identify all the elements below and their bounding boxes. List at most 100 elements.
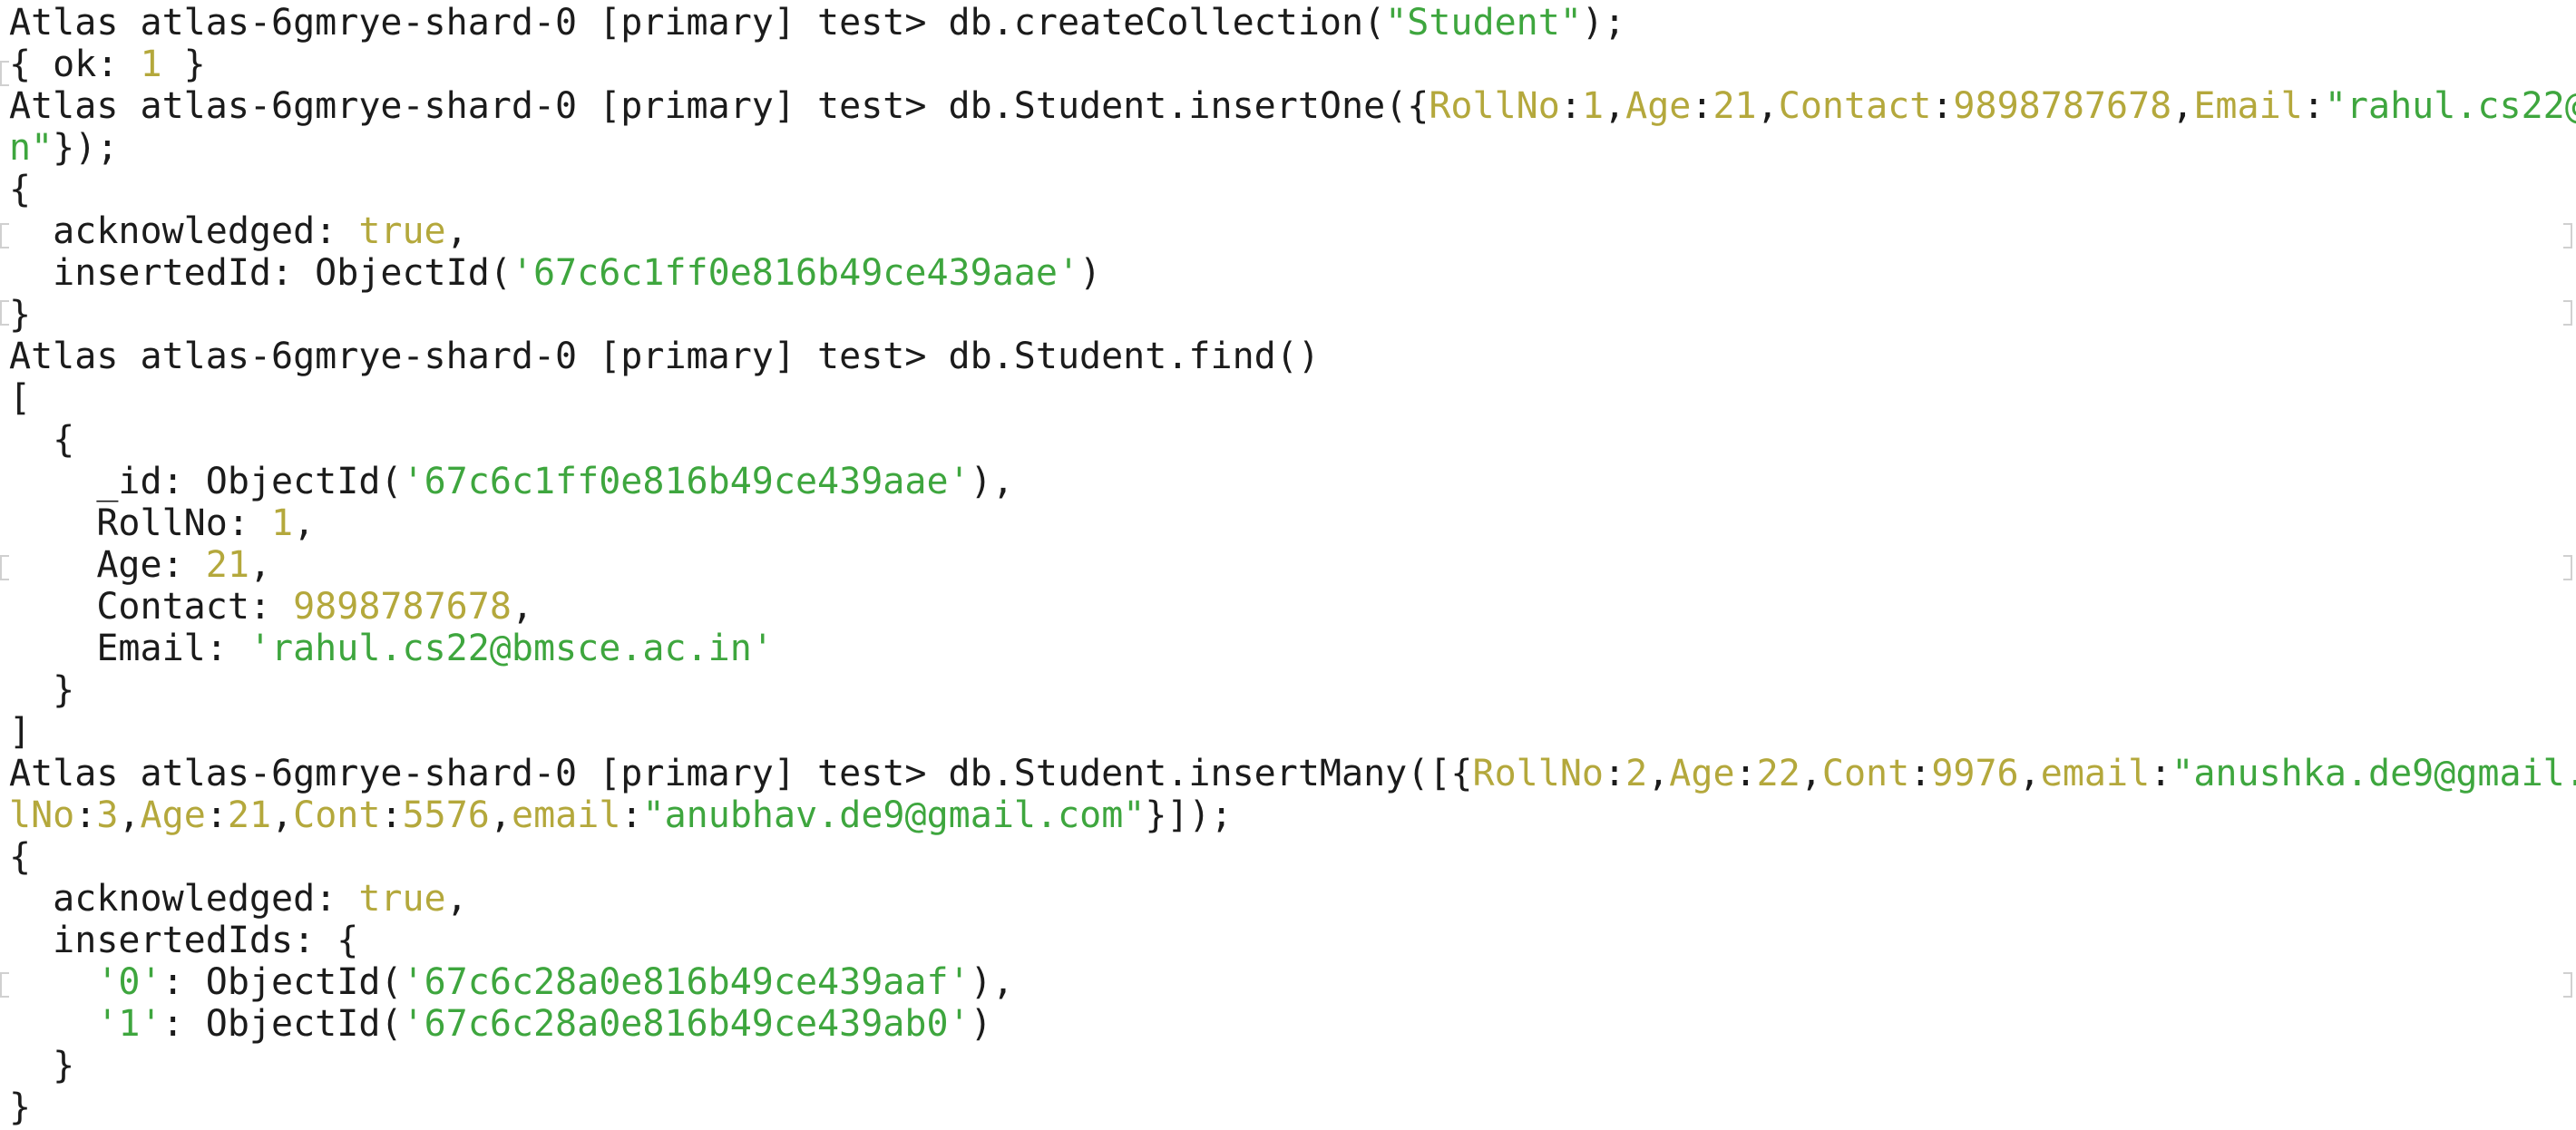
text-token: , <box>511 586 533 628</box>
text-token: { <box>9 169 32 210</box>
terminal-line: ] <box>9 711 2576 753</box>
number-token: 9898787678 <box>293 586 512 628</box>
text-token: , <box>271 794 294 836</box>
text-token: insertedId: ObjectId( <box>9 252 512 294</box>
text-token: Age: <box>9 544 206 586</box>
text-token: insertedIds: { <box>9 920 359 961</box>
selection-bracket-left <box>0 300 9 326</box>
string-token: "Student" <box>1385 2 1582 44</box>
string-token: 'rahul.cs22@bmsce.ac.in' <box>249 628 774 669</box>
text-token: , <box>293 502 316 544</box>
terminal-line: { <box>9 169 2576 210</box>
number-token: 9898787678 <box>1953 85 2172 127</box>
text-token: : ObjectId( <box>161 961 403 1003</box>
text-token: { ok: <box>9 44 141 85</box>
key-token: Age <box>1669 753 1735 794</box>
text-token: Atlas atlas-6gmrye-shard-0 [primary] tes… <box>9 336 1320 377</box>
text-token: , <box>489 794 512 836</box>
string-token: '67c6c28a0e816b49ce439ab0' <box>402 1003 971 1045</box>
text-token: : <box>620 794 643 836</box>
terminal-line: } <box>9 1045 2576 1086</box>
number-token: 9976 <box>1931 753 2019 794</box>
text-token: } <box>9 1045 75 1086</box>
text-token: acknowledged: <box>9 210 359 252</box>
string-token: n" <box>9 127 54 169</box>
terminal-line: Contact: 9898787678, <box>9 586 2576 628</box>
terminal-line: Atlas atlas-6gmrye-shard-0 [primary] tes… <box>9 336 2576 377</box>
text-token: }]); <box>1145 794 1233 836</box>
number-token: 1 <box>1581 85 1605 127</box>
text-token: : <box>2302 85 2325 127</box>
number-token: 21 <box>205 544 249 586</box>
terminal-line: Atlas atlas-6gmrye-shard-0 [primary] tes… <box>9 753 2576 794</box>
terminal-line: } <box>9 1086 2576 1128</box>
text-token: RollNo: <box>9 502 271 544</box>
key-token: Cont <box>293 794 381 836</box>
text-token: : <box>1931 85 1954 127</box>
string-token: '0' <box>96 961 162 1003</box>
text-token: ), <box>970 461 1014 502</box>
string-token: '67c6c28a0e816b49ce439aaf' <box>402 961 971 1003</box>
string-token: '67c6c1ff0e816b49ce439aae' <box>511 252 1080 294</box>
text-token: , <box>445 210 468 252</box>
number-token: 2 <box>1625 753 1648 794</box>
terminal-line: Email: 'rahul.cs22@bmsce.ac.in' <box>9 628 2576 669</box>
text-token: , <box>2171 85 2194 127</box>
key-token: Cont <box>1821 753 1910 794</box>
number-token: true <box>358 210 446 252</box>
text-token: Atlas atlas-6gmrye-shard-0 [primary] tes… <box>9 2 1386 44</box>
text-token: , <box>445 878 468 920</box>
terminal-line: } <box>9 294 2576 336</box>
key-token: Email <box>2193 85 2303 127</box>
terminal-line: lNo:3,Age:21,Cont:5576,email:"anubhav.de… <box>9 794 2576 836</box>
string-token: "rahul.cs22@bmsce.ac.i <box>2324 85 2576 127</box>
text-token: ) <box>1079 252 1102 294</box>
text-token: , <box>118 794 141 836</box>
text-token: } <box>9 669 75 711</box>
text-token: : <box>1734 753 1757 794</box>
text-token: : <box>205 794 228 836</box>
text-token: : <box>380 794 403 836</box>
string-token: '1' <box>96 1003 162 1045</box>
text-token: [ <box>9 377 32 419</box>
terminal-line: { ok: 1 } <box>9 44 2576 85</box>
number-token: true <box>358 878 446 920</box>
text-token: , <box>2018 753 2041 794</box>
text-token: }); <box>53 127 119 169</box>
selection-bracket-right <box>2563 223 2572 248</box>
terminal-line: insertedIds: { <box>9 920 2576 961</box>
key-token: email <box>2040 753 2151 794</box>
number-token: 22 <box>1756 753 1800 794</box>
selection-bracket-right <box>2563 300 2572 326</box>
text-token: _id: ObjectId( <box>9 461 403 502</box>
terminal-output[interactable]: Atlas atlas-6gmrye-shard-0 [primary] tes… <box>0 0 2576 1130</box>
text-token: : <box>74 794 97 836</box>
text-token: { <box>9 836 32 878</box>
terminal-line: { <box>9 419 2576 461</box>
terminal-line: n"}); <box>9 127 2576 169</box>
terminal-line: '1': ObjectId('67c6c28a0e816b49ce439ab0'… <box>9 1003 2576 1045</box>
terminal-line: insertedId: ObjectId('67c6c1ff0e816b49ce… <box>9 252 2576 294</box>
text-token: { <box>9 419 75 461</box>
terminal-line: acknowledged: true, <box>9 878 2576 920</box>
selection-bracket-left <box>0 223 9 248</box>
text-token: Email: <box>9 628 249 669</box>
number-token: 1 <box>140 44 162 85</box>
selection-bracket-left <box>0 972 9 998</box>
text-token: : <box>1691 85 1713 127</box>
terminal-line: } <box>9 669 2576 711</box>
terminal-line: '0': ObjectId('67c6c28a0e816b49ce439aaf'… <box>9 961 2576 1003</box>
text-token: ] <box>9 711 32 753</box>
terminal-line: [ <box>9 377 2576 419</box>
key-token: Age <box>1625 85 1692 127</box>
number-token: 3 <box>96 794 119 836</box>
selection-bracket-right <box>2563 555 2572 580</box>
number-token: 21 <box>1712 85 1757 127</box>
terminal-line: RollNo: 1, <box>9 502 2576 544</box>
text-token: : <box>2150 753 2172 794</box>
terminal-line: _id: ObjectId('67c6c1ff0e816b49ce439aae'… <box>9 461 2576 502</box>
text-token: acknowledged: <box>9 878 359 920</box>
key-token: RollNo <box>1429 85 1560 127</box>
